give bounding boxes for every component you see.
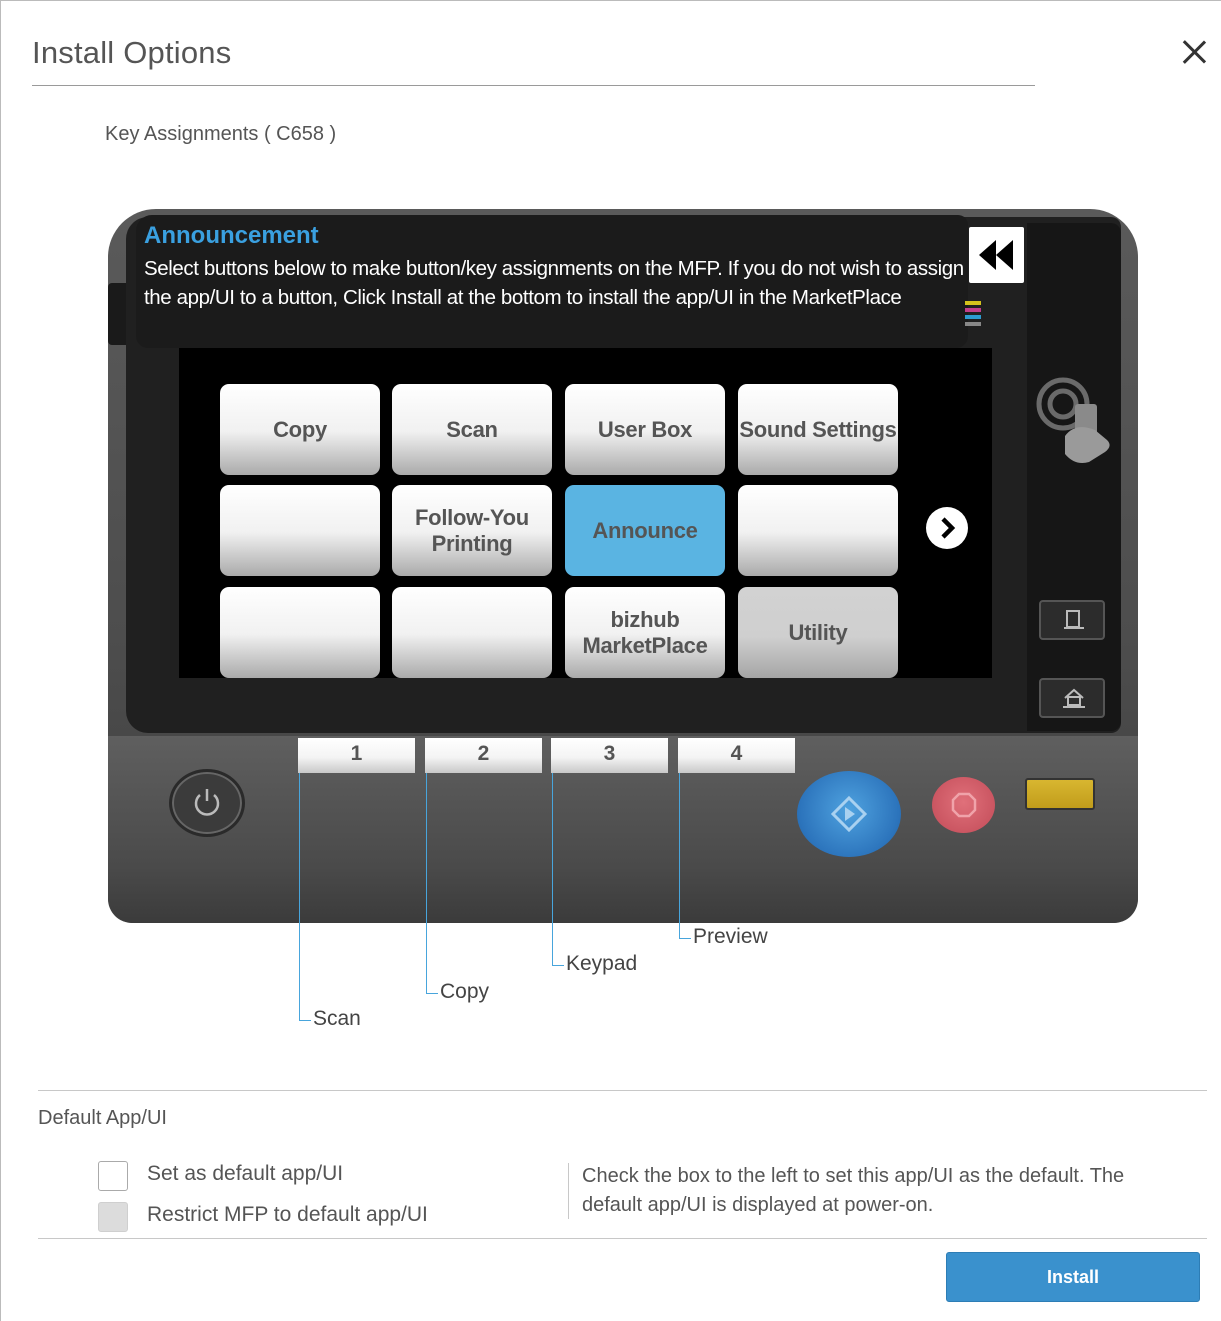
callout-line-3 xyxy=(552,773,553,965)
screen-button-announce[interactable]: Announce xyxy=(565,485,725,576)
callout-scan: Scan xyxy=(313,1007,361,1030)
callout-tick-1 xyxy=(299,1020,311,1021)
callout-preview: Preview xyxy=(693,925,768,948)
screen-button-empty[interactable] xyxy=(392,587,552,678)
toner-indicator xyxy=(965,301,983,331)
default-app-heading: Default App/UI xyxy=(38,1107,167,1129)
access-icon xyxy=(1064,610,1084,629)
mfp-side-tab xyxy=(108,283,126,345)
install-button[interactable]: Install xyxy=(946,1252,1200,1302)
home-icon xyxy=(1063,688,1085,708)
callout-tick-4 xyxy=(679,938,691,939)
screen-button-user-box[interactable]: User Box xyxy=(565,384,725,475)
default-app-help-text: Check the box to the left to set this ap… xyxy=(582,1165,1125,1216)
power-button[interactable] xyxy=(169,769,245,837)
start-icon xyxy=(831,796,867,832)
screen-button-utility[interactable]: Utility xyxy=(738,587,898,678)
hard-key-2[interactable]: 2 xyxy=(425,738,542,773)
callout-tick-3 xyxy=(552,965,564,966)
set-default-label[interactable]: Set as default app/UI xyxy=(147,1162,343,1186)
callout-keypad: Keypad xyxy=(566,952,638,975)
help-divider xyxy=(568,1163,569,1219)
install-options-dialog: Install Options Key Assignments ( C658 )… xyxy=(0,0,1221,1321)
hard-key-4[interactable]: 4 xyxy=(678,738,795,773)
reset-button[interactable] xyxy=(1025,778,1095,810)
stop-icon xyxy=(951,792,977,818)
restrict-mfp-checkbox[interactable] xyxy=(98,1202,128,1232)
screen-button-sound-settings[interactable]: Sound Settings xyxy=(738,384,898,475)
screen-button-empty[interactable] xyxy=(220,587,380,678)
screen-button-scan[interactable]: Scan xyxy=(392,384,552,475)
nfc-touch-icon xyxy=(1036,377,1110,463)
screen-button-bizhub-marketplace[interactable]: bizhub MarketPlace xyxy=(565,587,725,678)
chevron-right-icon xyxy=(941,517,956,539)
callout-line-1 xyxy=(299,773,300,1021)
announcement-text: Select buttons below to make button/key … xyxy=(144,257,964,309)
callout-copy: Copy xyxy=(440,980,490,1003)
screen-button-follow-you-printing[interactable]: Follow-You Printing xyxy=(392,485,552,576)
start-button[interactable] xyxy=(797,771,901,857)
mfp-side-panel xyxy=(1027,223,1121,731)
announcement-title: Announcement xyxy=(144,222,319,249)
power-icon xyxy=(194,789,220,816)
footer-divider xyxy=(38,1238,1207,1239)
double-chevron-left-icon xyxy=(979,240,1013,270)
screen-button-empty[interactable] xyxy=(738,485,898,576)
hard-key-1[interactable]: 1 xyxy=(298,738,415,773)
section-divider xyxy=(38,1090,1207,1091)
collapse-announcement-button[interactable] xyxy=(969,227,1024,283)
hard-key-3[interactable]: 3 xyxy=(551,738,668,773)
close-icon[interactable] xyxy=(1177,35,1211,69)
callout-line-2 xyxy=(426,773,427,993)
screen-button-empty[interactable] xyxy=(220,485,380,576)
screen-button-copy[interactable]: Copy xyxy=(220,384,380,475)
set-default-checkbox[interactable] xyxy=(98,1161,128,1191)
next-page-button[interactable] xyxy=(926,507,968,549)
side-key-home[interactable] xyxy=(1039,678,1105,718)
callout-line-4 xyxy=(679,773,680,938)
title-divider xyxy=(32,85,1035,86)
side-key-access[interactable] xyxy=(1039,600,1105,640)
stop-button[interactable] xyxy=(932,777,995,833)
key-assignments-heading: Key Assignments ( C658 ) xyxy=(105,123,337,145)
dialog-title: Install Options xyxy=(32,35,232,70)
restrict-mfp-label[interactable]: Restrict MFP to default app/UI xyxy=(147,1203,428,1227)
callout-tick-2 xyxy=(426,993,438,994)
